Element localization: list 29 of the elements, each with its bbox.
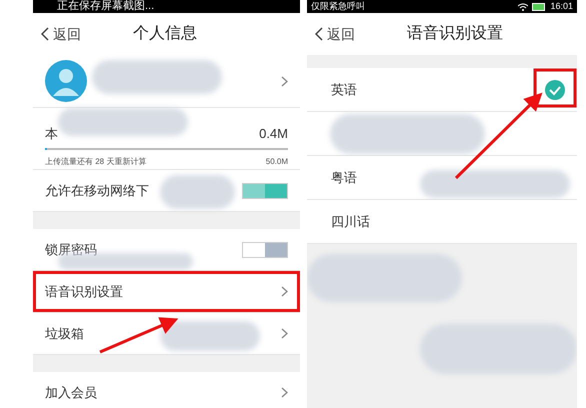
- chevron-icon: [281, 387, 288, 398]
- settings-row[interactable]: 垃圾箱: [33, 313, 300, 355]
- chevron-icon: [281, 286, 288, 297]
- traffic-label: 本: [45, 125, 58, 143]
- chevron-icon: [281, 328, 288, 339]
- avatar-icon: [45, 60, 87, 102]
- language-option[interactable]: 四川话: [307, 200, 577, 244]
- toggle-switch[interactable]: [242, 182, 288, 198]
- language-option[interactable]: 粤语: [307, 156, 577, 200]
- page-title: 个人信息: [133, 24, 197, 44]
- status-bar: 仅限紧急呼叫 16:01: [307, 0, 577, 13]
- wifi-icon: [518, 2, 528, 10]
- battery-icon: [532, 2, 546, 10]
- traffic-note: 上传流量还有 28 天重新计算: [45, 156, 146, 168]
- settings-row[interactable]: 加入会员: [33, 372, 300, 408]
- back-button[interactable]: 返回: [33, 24, 81, 44]
- settings-row[interactable]: 允许在移动网络下: [33, 170, 300, 212]
- settings-row[interactable]: 语音识别设置: [33, 271, 300, 313]
- traffic-value: 0.4M: [259, 125, 288, 143]
- back-button[interactable]: 返回: [307, 24, 355, 44]
- settings-row[interactable]: 锁屏密码: [33, 229, 300, 271]
- toggle-switch[interactable]: [242, 242, 288, 258]
- chevron-icon: [281, 76, 288, 86]
- language-option[interactable]: 英语: [307, 68, 577, 112]
- traffic-limit: 50.0M: [266, 156, 288, 168]
- highlight-frame: [534, 68, 576, 108]
- status-bar: 正在保存屏幕截图...: [33, 0, 300, 13]
- page-title: 语音识别设置: [407, 24, 503, 44]
- checkmark-icon: [545, 80, 565, 100]
